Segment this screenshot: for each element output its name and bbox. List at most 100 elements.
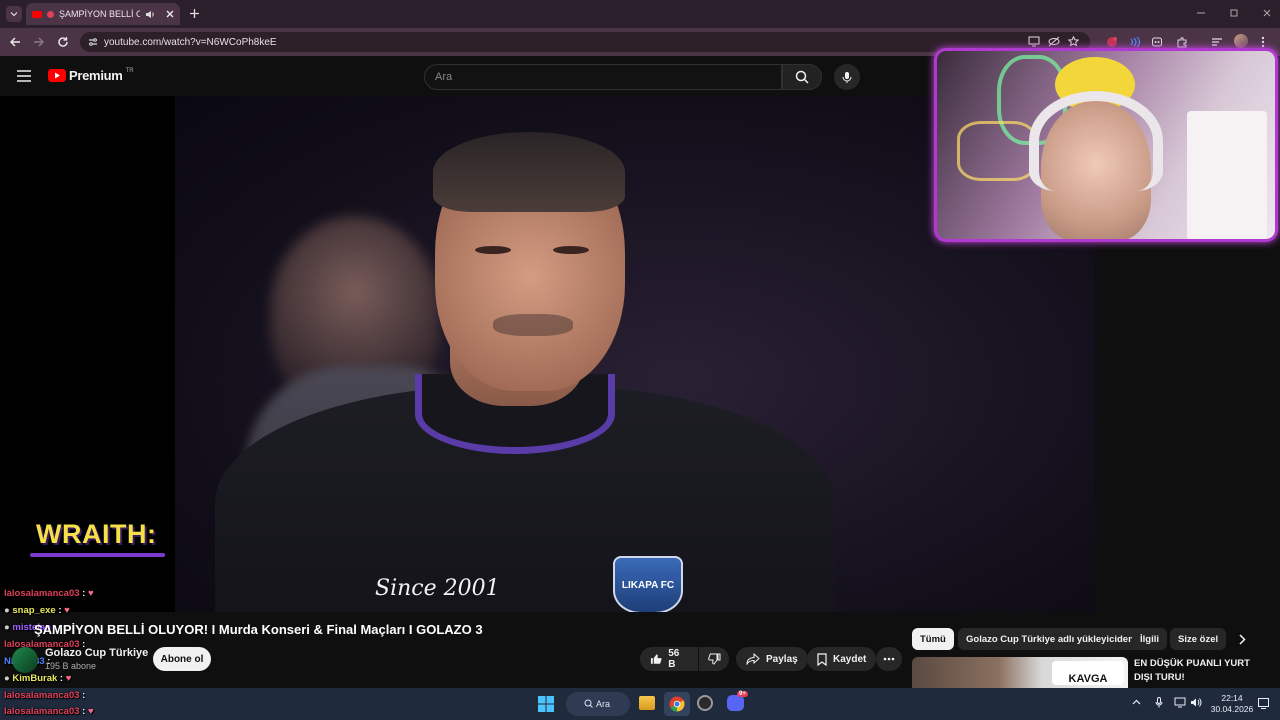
channel-avatar[interactable]	[12, 647, 38, 673]
search-input[interactable]: Ara	[424, 64, 782, 90]
guide-menu-button[interactable]	[17, 70, 31, 82]
heart-emote-icon: ♥	[65, 673, 72, 684]
taskbar-search[interactable]: Ara	[566, 692, 630, 716]
close-window-button[interactable]	[1262, 8, 1272, 18]
chrome-taskbar-item[interactable]	[664, 692, 690, 716]
video-title: ŞAMPİYON BELLİ OLUYOR! I Murda Konseri &…	[34, 622, 483, 637]
recording-dot-icon	[47, 10, 54, 18]
search-icon	[795, 70, 809, 84]
chip-related[interactable]: İlgili	[1132, 628, 1167, 650]
windows-logo-icon	[538, 696, 554, 712]
club-badge-text: LIKAPA FC	[621, 579, 675, 591]
channel-name[interactable]: Golazo Cup Türkiye	[45, 647, 148, 659]
browser-tab-active[interactable]: ŞAMPİYON BELLİ OLUYOR! I Murda Konseri &…	[26, 3, 180, 25]
notification-center-icon[interactable]	[1258, 698, 1269, 709]
save-button[interactable]: Kaydet	[807, 647, 877, 671]
related-video-title[interactable]: EN DÜŞÜK PUANLI YURT DIŞI TURU!	[1134, 657, 1266, 685]
site-info-icon[interactable]	[88, 37, 98, 47]
extensions-puzzle-icon[interactable]	[1176, 36, 1188, 48]
youtube-play-logo-icon	[48, 69, 66, 82]
subscribe-button[interactable]: Abone ol	[153, 647, 211, 671]
network-icon[interactable]	[1174, 697, 1186, 708]
wraith-brand-logo: WRAITH:	[36, 519, 157, 549]
logo-text: Premium	[69, 68, 123, 83]
chip-label: İlgili	[1140, 633, 1159, 645]
extension-mask-icon[interactable]	[1151, 36, 1163, 48]
player-hair	[433, 132, 625, 212]
dislike-button[interactable]	[699, 647, 729, 671]
browser-menu-button[interactable]	[1261, 36, 1265, 48]
minimize-window-button[interactable]	[1196, 8, 1206, 18]
back-button[interactable]	[9, 36, 21, 48]
related-video-thumbnail[interactable]: KAVGA	[912, 657, 1128, 688]
chat-text: :	[58, 605, 62, 616]
thumbs-up-icon	[650, 654, 662, 664]
clock-date: 30.04.2026	[1210, 704, 1254, 714]
share-label: Paylaş	[766, 653, 798, 665]
start-button[interactable]	[538, 696, 554, 712]
more-horizontal-icon	[883, 657, 895, 661]
chevron-up-icon	[1132, 699, 1141, 705]
new-tab-button[interactable]	[189, 8, 200, 19]
chat-message: lalosalamanca03 :	[4, 690, 85, 701]
reload-button[interactable]	[57, 36, 69, 48]
chip-label: Tümü	[920, 633, 946, 645]
extension-red-icon[interactable]	[1106, 36, 1118, 48]
tab-search-button[interactable]	[6, 6, 22, 22]
chat-message: lalosalamanca03 : ♥	[4, 706, 94, 717]
streamer-webcam	[934, 48, 1278, 242]
tab-title: ŞAMPİYON BELLİ OLUYOR! I Murda Konseri &…	[59, 9, 140, 19]
chat-username: lalosalamanca03	[4, 706, 80, 717]
close-tab-icon[interactable]	[166, 10, 174, 18]
hamburger-icon	[17, 70, 31, 82]
chips-next-button[interactable]	[1238, 634, 1246, 645]
chip-for-you[interactable]: Size özel	[1170, 628, 1227, 650]
chat-text: :	[82, 706, 86, 717]
chat-text: :	[82, 690, 86, 701]
maximize-window-button[interactable]	[1229, 8, 1239, 18]
file-explorer-icon[interactable]	[639, 696, 655, 710]
install-app-icon[interactable]	[1028, 36, 1040, 47]
chat-message: lalosalamanca03 : ♥	[4, 588, 94, 599]
heart-emote-icon: ♥	[87, 588, 94, 599]
tray-overflow-button[interactable]	[1132, 699, 1141, 705]
room-shelf	[1187, 111, 1267, 239]
discord-icon[interactable]	[727, 695, 744, 711]
youtube-logo[interactable]: Premium TR	[48, 68, 134, 83]
obs-icon[interactable]	[697, 695, 713, 711]
profile-avatar[interactable]	[1234, 34, 1248, 48]
chip-uploader[interactable]: Golazo Cup Türkiye adlı yükleyiciden	[958, 628, 1142, 650]
like-button[interactable]: 56 B	[640, 647, 698, 671]
chat-user-icon: ●	[4, 622, 10, 633]
player-eye-left	[475, 246, 511, 254]
share-button[interactable]: Paylaş	[736, 647, 808, 671]
clock-time: 22:14	[1221, 693, 1243, 703]
speaker-icon[interactable]	[145, 10, 155, 19]
chip-all[interactable]: Tümü	[912, 628, 954, 650]
chat-message: ● KimBurak : ♥	[4, 673, 71, 684]
thumbnail-text: KAVGA	[1052, 661, 1124, 685]
arrow-right-icon	[34, 37, 44, 47]
like-count: 56 B	[668, 648, 680, 670]
chevron-right-icon	[1239, 634, 1246, 645]
search-button[interactable]	[782, 64, 822, 90]
reading-list-icon[interactable]	[1211, 36, 1223, 48]
more-actions-button[interactable]	[876, 647, 902, 671]
discord-notification-badge: 9+	[737, 691, 748, 697]
system-clock[interactable]: 22:14 30.04.2026	[1208, 693, 1256, 715]
chip-label: Golazo Cup Türkiye adlı yükleyiciden	[966, 633, 1134, 645]
bookmark-star-icon[interactable]	[1068, 36, 1079, 47]
extension-blue-icon[interactable]	[1128, 36, 1140, 48]
url-text: youtube.com/watch?v=N6WCoPh8keE	[104, 36, 277, 48]
club-badge: LIKAPA FC	[613, 556, 683, 612]
tracking-protection-icon[interactable]	[1048, 36, 1060, 47]
subscribe-label: Abone ol	[160, 653, 204, 665]
plus-icon	[190, 9, 199, 18]
volume-icon[interactable]	[1190, 697, 1202, 708]
chrome-icon	[669, 696, 685, 712]
tray-microphone-icon[interactable]	[1155, 697, 1163, 708]
chat-username: lalosalamanca03	[4, 588, 80, 599]
forward-button[interactable]	[33, 36, 45, 48]
voice-search-button[interactable]	[834, 64, 860, 90]
chat-user-icon: ●	[4, 605, 10, 616]
